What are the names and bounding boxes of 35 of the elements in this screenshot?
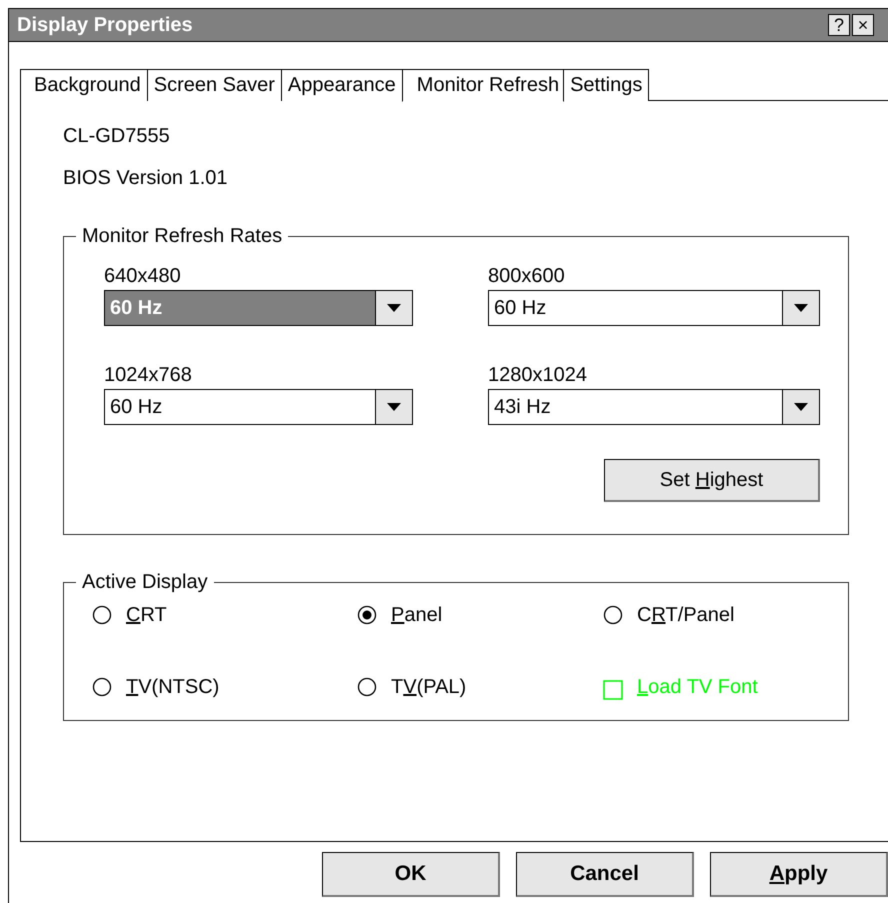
radio-button[interactable]	[92, 677, 112, 697]
info-text: CL-GD7555	[63, 129, 171, 143]
tab[interactable]: Monitor Refresh	[402, 69, 564, 102]
info-text: BIOS Version 1.01	[63, 171, 229, 185]
option-label[interactable]: Panel	[391, 604, 442, 626]
dialog-button[interactable]: OK	[322, 852, 500, 897]
option-label[interactable]: TV(NTSC)	[126, 676, 220, 698]
set-highest-button[interactable]: Set Highest	[604, 459, 820, 502]
checkbox[interactable]	[603, 680, 623, 700]
help-button[interactable]: ?	[828, 14, 850, 36]
radio-button[interactable]	[603, 605, 623, 625]
refresh-dropdown[interactable]: 60 Hz	[104, 290, 413, 326]
radio-button[interactable]	[357, 605, 377, 625]
refresh-dropdown[interactable]: 60 Hz	[104, 389, 413, 425]
tab[interactable]: Settings	[563, 69, 650, 101]
option-label[interactable]: CRT/Panel	[637, 604, 734, 626]
resolution-label: 800x600	[488, 265, 566, 287]
option-label[interactable]: TV(PAL)	[391, 676, 466, 698]
dialog-button[interactable]: Apply	[710, 852, 888, 897]
resolution-label: 1280x1024	[488, 364, 588, 386]
close-button[interactable]: ×	[852, 14, 874, 36]
window-title: Display Properties	[17, 14, 193, 36]
tab[interactable]: Appearance	[280, 69, 403, 101]
resolution-label: 1024x768	[104, 364, 193, 386]
radio-button[interactable]	[92, 605, 112, 625]
dialog-button[interactable]: Cancel	[516, 852, 694, 897]
group-legend: Monitor Refresh Rates	[76, 225, 288, 248]
tab[interactable]: Screen Saver	[146, 69, 282, 101]
refresh-dropdown[interactable]: 43i Hz	[488, 389, 820, 425]
refresh-dropdown[interactable]: 60 Hz	[488, 290, 820, 326]
resolution-label: 640x480	[104, 265, 182, 287]
option-label[interactable]: CRT	[126, 604, 167, 626]
radio-button[interactable]	[357, 677, 377, 697]
group-legend: Active Display	[76, 571, 214, 594]
tab[interactable]: Background	[20, 69, 148, 101]
